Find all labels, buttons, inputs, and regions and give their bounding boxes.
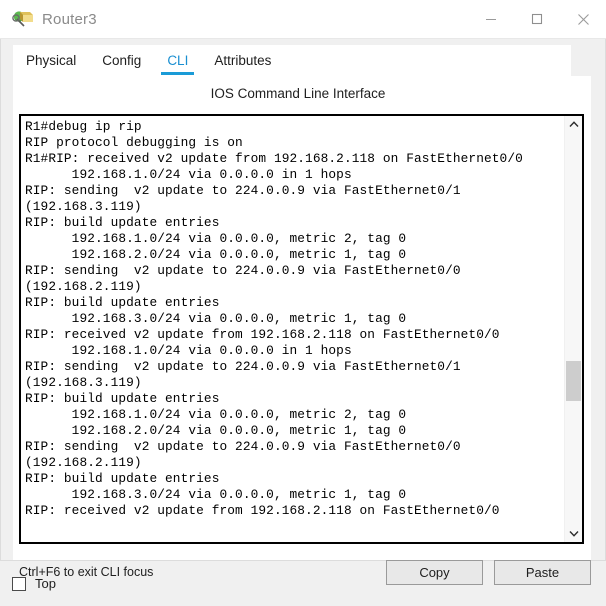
terminal-line: 192.168.2.0/24 via 0.0.0.0, metric 1, ta… [25,247,407,262]
terminal-line: 192.168.1.0/24 via 0.0.0.0, metric 2, ta… [25,231,407,246]
paste-button[interactable]: Paste [494,559,591,585]
tab-physical[interactable]: Physical [13,45,90,76]
cli-focus-hint: Ctrl+F6 to exit CLI focus [19,565,154,579]
terminal-line: (192.168.3.119) [25,199,142,214]
terminal-scrollbar[interactable] [564,116,582,542]
cli-heading: IOS Command Line Interface [210,86,386,101]
router-cli-window: Router3 Physical Config CLI Attributes I… [0,0,606,606]
cli-panel: IOS Command Line Interface R1#debug ip r… [13,76,591,585]
tab-attributes[interactable]: Attributes [201,45,285,76]
scrollbar-thumb[interactable] [566,361,581,401]
terminal-line: 192.168.1.0/24 via 0.0.0.0 in 1 hops [25,167,352,182]
terminal-line: 192.168.3.0/24 via 0.0.0.0, metric 1, ta… [25,487,407,502]
terminal-line: (192.168.2.119) [25,279,142,294]
chevron-up-icon[interactable] [565,116,582,133]
terminal-line: RIP protocol debugging is on [25,135,243,150]
terminal-line: RIP: build update entries [25,295,220,310]
terminal-line: RIP: sending v2 update to 224.0.0.9 via … [25,263,461,278]
terminal-line: RIP: received v2 update from 192.168.2.1… [25,327,500,342]
minimize-icon[interactable] [468,0,514,38]
terminal-line: RIP: build update entries [25,215,220,230]
scrollbar-track[interactable] [565,133,582,525]
tab-cli[interactable]: CLI [154,45,202,76]
terminal-line: (192.168.2.119) [25,455,142,470]
terminal-line: 192.168.1.0/24 via 0.0.0.0 in 1 hops [25,343,352,358]
terminal-line: 192.168.1.0/24 via 0.0.0.0, metric 2, ta… [25,407,407,422]
title-bar: Router3 [0,0,606,39]
chevron-down-icon[interactable] [565,525,582,542]
terminal-container: R1#debug ip rip RIP protocol debugging is… [19,114,584,544]
tab-config-label: Config [102,53,142,68]
terminal-line: 192.168.2.0/24 via 0.0.0.0, metric 1, ta… [25,423,407,438]
terminal-line: R1#RIP: received v2 update from 192.168.… [25,151,523,166]
tab-attributes-label: Attributes [214,53,272,68]
terminal-line: RIP: received v2 update from 192.168.2.1… [25,503,500,518]
terminal-line: RIP: build update entries [25,471,220,486]
tab-strip: Physical Config CLI Attributes [13,45,571,76]
tab-cli-label: CLI [167,53,189,68]
terminal-line: RIP: sending v2 update to 224.0.0.9 via … [25,359,461,374]
terminal-line: (192.168.3.119) [25,375,142,390]
router-device-icon [12,8,34,30]
terminal-line: R1#debug ip rip [25,119,142,134]
terminal-line: RIP: build update entries [25,391,220,406]
window-title: Router3 [42,10,97,28]
terminal-line: RIP: sending v2 update to 224.0.0.9 via … [25,439,461,454]
maximize-icon[interactable] [514,0,560,38]
window-body: Physical Config CLI Attributes IOS Comma… [0,39,606,585]
tab-physical-label: Physical [26,53,77,68]
terminal-output[interactable]: R1#debug ip rip RIP protocol debugging is… [21,116,564,542]
tab-config[interactable]: Config [89,45,155,76]
copy-button[interactable]: Copy [386,559,483,585]
close-icon[interactable] [560,0,606,38]
window-controls [468,0,606,38]
terminal-line: 192.168.3.0/24 via 0.0.0.0, metric 1, ta… [25,311,407,326]
cli-bottom-bar: Ctrl+F6 to exit CLI focus Copy Paste [19,552,591,592]
terminal-line: RIP: sending v2 update to 224.0.0.9 via … [25,183,461,198]
